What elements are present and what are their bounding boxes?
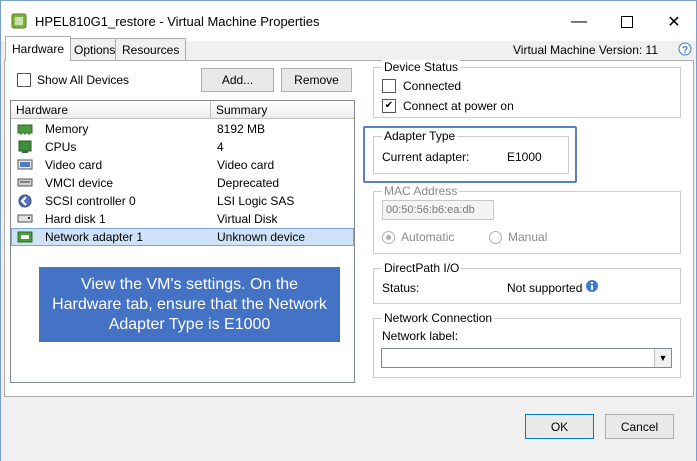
manual-radio[interactable]: Manual [489,230,547,244]
manual-label: Manual [508,230,548,244]
vmci-icon [17,178,33,187]
group-title: Network Connection [382,311,495,325]
directpath-status-value: Not supported [507,281,583,295]
chevron-down-icon[interactable]: ▼ [654,349,671,367]
network-connection-group: Network Connection Network label: ▼ [373,311,681,378]
vm-version: Virtual Machine Version: 11 [513,43,658,57]
row-summary: 4 [217,140,224,154]
scsi-icon [18,194,32,208]
table-row[interactable]: Video card Video card [11,156,354,174]
table-row[interactable]: CPUs 4 [11,138,354,156]
tab-hardware[interactable]: Hardware [5,36,72,61]
maximize-icon [621,16,633,28]
minimize-button[interactable]: — [556,7,602,37]
cpu-icon [18,140,32,153]
adapter-type-highlight [363,126,577,183]
connect-at-power-on-checkbox[interactable]: ✔ Connect at power on [382,99,514,113]
network-adapter-icon [17,231,33,243]
automatic-radio[interactable]: Automatic [382,230,454,244]
cancel-button[interactable]: Cancel [605,414,674,439]
directpath-status-label: Status: [382,281,420,295]
help-icon[interactable]: ? [678,42,692,56]
ok-button[interactable]: OK [525,414,594,439]
checkbox-box[interactable] [382,79,396,93]
column-summary[interactable]: Summary [211,101,354,119]
mac-address-group: MAC Address 00:50:56:b6:ea:db Automatic … [373,184,681,254]
row-summary: 8192 MB [217,122,266,136]
row-summary: Virtual Disk [217,212,278,226]
properties-window: HPEL810G1_restore - Virtual Machine Prop… [0,0,697,461]
svg-text:?: ? [682,45,688,56]
row-summary: Deprecated [217,176,280,190]
show-all-devices-checkbox[interactable]: Show All Devices [17,73,129,87]
list-header: Hardware Summary [11,101,354,119]
network-label-select[interactable]: ▼ [381,348,672,368]
row-name: VMCI device [45,176,114,190]
radio-selected-icon[interactable] [382,230,395,244]
automatic-label: Automatic [401,230,455,244]
row-name: Video card [45,158,103,172]
hard-disk-icon [17,214,33,223]
maximize-button[interactable] [604,7,650,37]
table-row[interactable]: SCSI controller 0 LSI Logic SAS [11,192,354,210]
tab-label: Options [74,42,116,57]
directpath-group: DirectPath I/O Status: Not supported [373,261,681,304]
memory-icon [17,124,33,135]
add-button[interactable]: Add... [201,68,274,92]
tab-label: Hardware [12,42,65,56]
connected-checkbox[interactable]: Connected [382,79,461,93]
column-hardware[interactable]: Hardware [11,101,211,119]
table-row[interactable]: Network adapter 1 Unknown device [11,228,354,246]
close-button[interactable]: ✕ [651,7,697,37]
group-title: MAC Address [382,184,460,198]
tab-resources[interactable]: Resources [115,38,187,60]
title-bar[interactable]: HPEL810G1_restore - Virtual Machine Prop… [1,1,696,41]
network-label-label: Network label: [382,329,459,343]
table-row[interactable]: Hard disk 1 Virtual Disk [11,210,354,228]
device-status-group: Device Status Connected ✔ Connect at pow… [373,60,681,118]
row-name: Network adapter 1 [45,230,144,244]
video-card-icon [17,159,33,170]
connected-label: Connected [403,79,462,93]
group-title: Device Status [382,60,461,74]
tab-label: Resources [122,42,180,57]
info-icon[interactable] [585,279,599,293]
row-name: Hard disk 1 [45,212,106,226]
checkbox-checked[interactable]: ✔ [382,99,396,113]
row-summary: LSI Logic SAS [217,194,295,208]
close-icon: ✕ [667,14,681,31]
mac-address-input[interactable]: 00:50:56:b6:ea:db [382,200,494,220]
row-summary: Video card [217,158,275,172]
table-row[interactable]: Memory 8192 MB [11,120,354,138]
window-title: HPEL810G1_restore - Virtual Machine Prop… [35,14,320,29]
show-all-devices-label: Show All Devices [37,73,130,87]
instruction-callout: View the VM's settings. On the Hardware … [39,267,340,342]
row-name: CPUs [45,140,77,154]
connect-at-power-on-label: Connect at power on [403,99,514,113]
minimize-icon: — [571,13,587,30]
vm-app-icon [11,13,27,29]
row-summary: Unknown device [217,230,306,244]
radio-icon[interactable] [489,230,502,244]
remove-button[interactable]: Remove [281,68,352,92]
row-name: Memory [45,122,89,136]
row-name: SCSI controller 0 [45,194,136,208]
checkbox-box[interactable] [17,73,31,87]
table-row[interactable]: VMCI device Deprecated [11,174,354,192]
group-title: DirectPath I/O [382,261,462,275]
